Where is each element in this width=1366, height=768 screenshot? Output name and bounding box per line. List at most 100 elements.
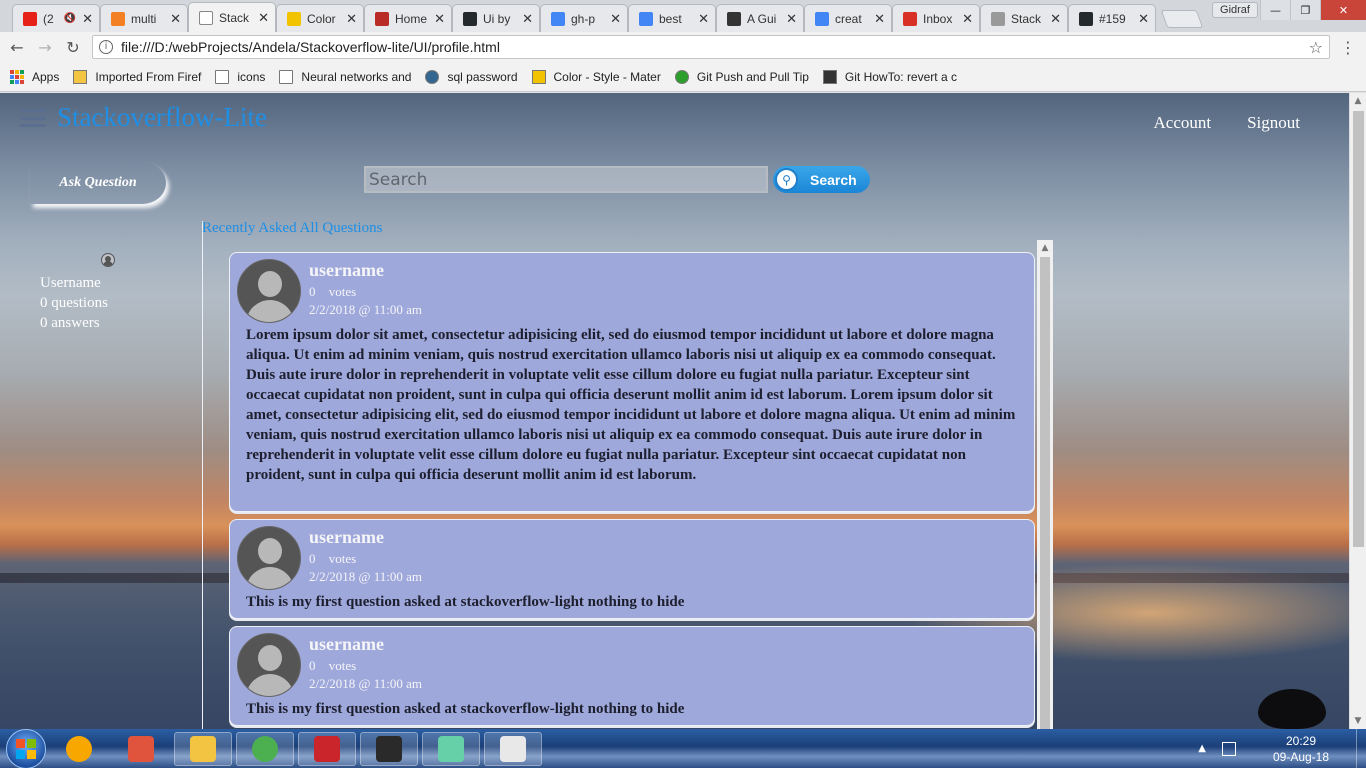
tab-audio-icon[interactable]: 🔇 bbox=[64, 13, 76, 24]
browser-tab[interactable]: Stack ✕ bbox=[188, 2, 276, 32]
reload-button[interactable]: ↻ bbox=[62, 36, 84, 58]
browser-profile-button[interactable]: Gidraf bbox=[1212, 2, 1258, 18]
scrollbar-thumb[interactable] bbox=[1040, 257, 1050, 729]
site-brand[interactable]: Stackoverflow-Lite bbox=[57, 102, 267, 133]
taskbar-app[interactable] bbox=[236, 731, 294, 766]
new-tab-button[interactable] bbox=[1160, 10, 1204, 28]
browser-tab[interactable]: Home ✕ bbox=[364, 4, 452, 32]
browser-tab[interactable]: Inbox ✕ bbox=[892, 4, 980, 32]
page-icon bbox=[279, 69, 294, 84]
close-tab-icon[interactable]: ✕ bbox=[170, 11, 181, 27]
bookmark-item[interactable]: Git HowTo: revert a c bbox=[822, 69, 957, 84]
page-scrollbar[interactable]: ▲ ▼ bbox=[1349, 93, 1366, 729]
tab-favicon-icon bbox=[23, 11, 37, 26]
bookmark-item[interactable]: Imported From Firef bbox=[73, 69, 201, 84]
scroll-up-icon[interactable]: ▲ bbox=[1350, 93, 1366, 109]
taskbar-app[interactable] bbox=[360, 731, 418, 766]
browser-tab[interactable]: Ui by ✕ bbox=[452, 4, 540, 32]
account-link[interactable]: Account bbox=[1154, 113, 1212, 133]
close-tab-icon[interactable]: ✕ bbox=[1050, 11, 1061, 27]
tab-title: multi bbox=[131, 11, 157, 26]
clock[interactable]: 20:29 09-Aug-18 bbox=[1266, 733, 1336, 765]
system-tray: ▲ 20:29 09-Aug-18 bbox=[1198, 729, 1366, 768]
close-tab-icon[interactable]: ✕ bbox=[874, 11, 885, 27]
bookmark-star-icon[interactable]: ☆ bbox=[1309, 38, 1323, 57]
browser-tab[interactable]: best ✕ bbox=[628, 4, 716, 32]
scroll-down-icon[interactable]: ▼ bbox=[1350, 713, 1366, 729]
browser-tab[interactable]: Stack ✕ bbox=[980, 4, 1068, 32]
tab-favicon-icon bbox=[991, 11, 1005, 26]
ask-question-button[interactable]: Ask Question bbox=[30, 162, 166, 204]
maximize-button[interactable]: ❐ bbox=[1290, 0, 1320, 20]
browser-tab[interactable]: multi ✕ bbox=[100, 4, 188, 32]
question-username[interactable]: username bbox=[309, 260, 384, 281]
bookmark-item[interactable]: Git Push and Pull Tip bbox=[674, 69, 809, 84]
browser-tab[interactable]: gh-p ✕ bbox=[540, 4, 628, 32]
acrobat-icon bbox=[314, 735, 340, 762]
close-tab-icon[interactable]: ✕ bbox=[258, 10, 269, 26]
bookmark-item[interactable]: Neural networks and bbox=[279, 69, 411, 84]
back-button[interactable]: ← bbox=[6, 36, 28, 58]
question-list-scrollbar[interactable]: ▲ bbox=[1037, 240, 1053, 729]
clock-date: 09-Aug-18 bbox=[1272, 749, 1330, 764]
browser-tab[interactable]: creat ✕ bbox=[804, 4, 892, 32]
signout-link[interactable]: Signout bbox=[1247, 113, 1300, 133]
network-icon[interactable] bbox=[1222, 741, 1236, 756]
minimize-button[interactable]: — bbox=[1260, 0, 1290, 20]
taskbar-app[interactable] bbox=[112, 732, 170, 766]
close-tab-icon[interactable]: ✕ bbox=[82, 11, 93, 27]
bookmark-item[interactable]: Apps bbox=[10, 69, 59, 84]
taskbar-app[interactable] bbox=[50, 732, 108, 766]
chrome-icon bbox=[252, 735, 278, 762]
close-tab-icon[interactable]: ✕ bbox=[522, 11, 533, 27]
question-card[interactable]: username 0 votes 2/2/2018 @ 11:00 am Thi… bbox=[229, 519, 1035, 619]
close-tab-icon[interactable]: ✕ bbox=[962, 11, 973, 27]
info-icon[interactable]: i bbox=[99, 40, 113, 54]
material-icon bbox=[531, 69, 546, 84]
question-text[interactable]: Lorem ipsum dolor sit amet, consectetur … bbox=[246, 325, 1022, 485]
tray-expand-icon[interactable]: ▲ bbox=[1198, 743, 1206, 754]
bookmark-item[interactable]: icons bbox=[215, 69, 265, 84]
close-tab-icon[interactable]: ✕ bbox=[786, 11, 797, 27]
start-button[interactable] bbox=[6, 728, 46, 768]
scrollbar-thumb[interactable] bbox=[1353, 111, 1364, 547]
tab-favicon-icon bbox=[551, 11, 565, 26]
search-button[interactable]: ⚲ Search bbox=[773, 166, 870, 193]
question-username[interactable]: username bbox=[309, 634, 384, 655]
question-card[interactable]: username 0 votes 2/2/2018 @ 11:00 am Lor… bbox=[229, 252, 1035, 512]
tab-favicon-icon bbox=[815, 11, 829, 26]
window-controls: — ❐ ✕ bbox=[1260, 0, 1366, 20]
browser-tab[interactable]: A Gui ✕ bbox=[716, 4, 804, 32]
taskbar-app[interactable] bbox=[484, 731, 542, 766]
close-tab-icon[interactable]: ✕ bbox=[610, 11, 621, 27]
taskbar-app[interactable] bbox=[298, 731, 356, 766]
search-icon: ⚲ bbox=[775, 168, 798, 191]
bookmark-label: Color - Style - Mater bbox=[553, 69, 661, 84]
profile-question-count: 0 questions bbox=[40, 295, 108, 311]
address-bar[interactable]: i file:///D:/webProjects/Andela/Stackove… bbox=[92, 35, 1330, 59]
question-card[interactable]: username 0 votes 2/2/2018 @ 11:00 am Thi… bbox=[229, 626, 1035, 726]
taskbar-app[interactable] bbox=[174, 731, 232, 766]
question-text[interactable]: This is my first question asked at stack… bbox=[246, 592, 1022, 612]
search-input[interactable] bbox=[364, 166, 768, 193]
taskbar-app[interactable] bbox=[422, 731, 480, 766]
close-tab-icon[interactable]: ✕ bbox=[698, 11, 709, 27]
show-desktop-button[interactable] bbox=[1356, 729, 1366, 768]
browser-menu-icon[interactable]: ⋮ bbox=[1340, 38, 1356, 57]
forward-button[interactable]: → bbox=[34, 36, 56, 58]
browser-tab[interactable]: #159 ✕ bbox=[1068, 4, 1156, 32]
bookmark-item[interactable]: Color - Style - Mater bbox=[531, 69, 661, 84]
avast-icon bbox=[66, 735, 92, 762]
close-tab-icon[interactable]: ✕ bbox=[346, 11, 357, 27]
bookmark-item[interactable]: sql password bbox=[425, 69, 518, 84]
question-username[interactable]: username bbox=[309, 527, 384, 548]
scroll-up-icon[interactable]: ▲ bbox=[1037, 240, 1053, 256]
browser-tab[interactable]: (2 🔇 ✕ bbox=[12, 4, 100, 32]
close-tab-icon[interactable]: ✕ bbox=[1138, 11, 1149, 27]
close-tab-icon[interactable]: ✕ bbox=[434, 11, 445, 27]
question-text[interactable]: This is my first question asked at stack… bbox=[246, 699, 1022, 719]
browser-tab[interactable]: Color ✕ bbox=[276, 4, 364, 32]
question-tabs[interactable]: Recently Asked All Questions bbox=[202, 220, 382, 237]
hamburger-menu-icon[interactable] bbox=[20, 109, 46, 127]
close-window-button[interactable]: ✕ bbox=[1320, 0, 1366, 20]
